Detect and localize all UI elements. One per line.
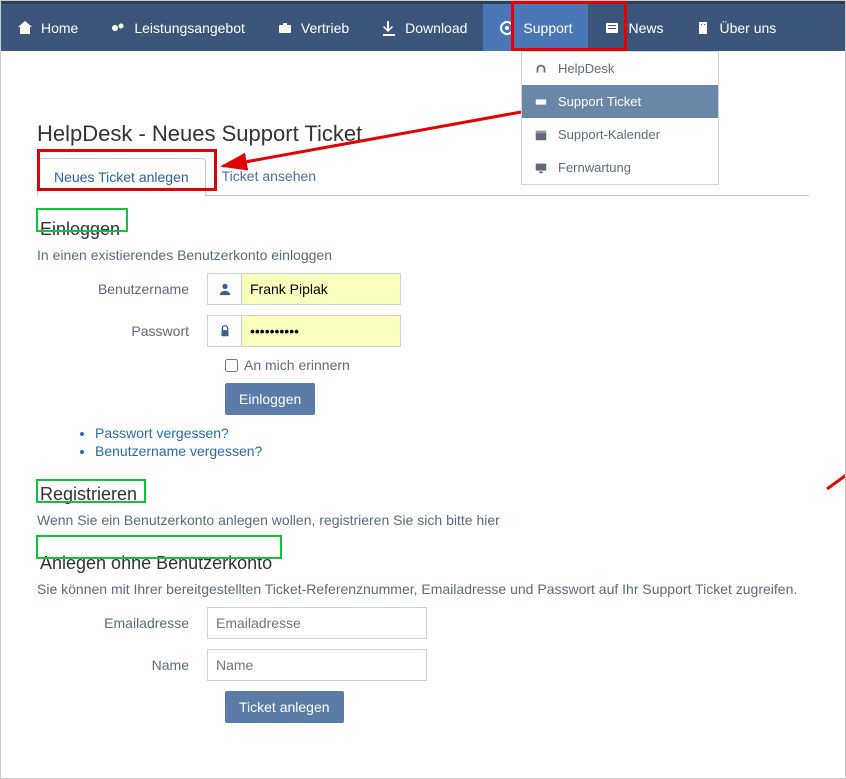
- dropdown-support-ticket[interactable]: Support Ticket: [522, 85, 718, 118]
- ticket-icon: [534, 95, 548, 109]
- name-label: Name: [37, 657, 207, 673]
- remember-label: An mich erinnern: [244, 357, 350, 373]
- nav-about[interactable]: Über uns: [679, 4, 792, 51]
- nav-download-label: Download: [405, 20, 467, 36]
- headset-icon: [534, 62, 548, 76]
- nav-leistung-label: Leistungsangebot: [134, 20, 245, 36]
- lifebuoy-icon: [499, 20, 515, 36]
- home-icon: [17, 20, 33, 36]
- login-button[interactable]: Einloggen: [225, 383, 315, 415]
- password-label: Passwort: [37, 323, 207, 339]
- dropdown-fernwartung[interactable]: Fernwartung: [522, 151, 718, 184]
- nav-vertrieb[interactable]: Vertrieb: [261, 4, 365, 51]
- username-label: Benutzername: [37, 281, 207, 297]
- gears-icon: [110, 20, 126, 36]
- username-input[interactable]: [241, 273, 401, 305]
- dropdown-kalender-label: Support-Kalender: [558, 127, 660, 142]
- support-dropdown: HelpDesk Support Ticket Support-Kalender…: [521, 51, 719, 185]
- login-links: Passwort vergessen? Benutzername vergess…: [95, 425, 809, 459]
- guest-hint: Sie können mit Ihrer bereitgestellten Ti…: [37, 581, 809, 597]
- email-input[interactable]: [207, 607, 427, 639]
- nav-home-label: Home: [41, 20, 78, 36]
- briefcase-icon: [277, 20, 293, 36]
- dropdown-kalender[interactable]: Support-Kalender: [522, 118, 718, 151]
- nav-vertrieb-label: Vertrieb: [301, 20, 349, 36]
- forgot-password-link[interactable]: Passwort vergessen?: [95, 425, 809, 441]
- remember-checkbox[interactable]: [225, 359, 238, 372]
- monitor-icon: [534, 161, 548, 175]
- main-nav: Home Leistungsangebot Vertrieb Download …: [1, 1, 845, 51]
- forgot-username-link[interactable]: Benutzername vergessen?: [95, 443, 809, 459]
- nav-support-label: Support: [523, 20, 572, 36]
- nav-support[interactable]: Support: [483, 4, 588, 51]
- login-heading: Einloggen: [37, 218, 123, 241]
- login-hint: In einen existierendes Benutzerkonto ein…: [37, 247, 809, 263]
- dropdown-fernwartung-label: Fernwartung: [558, 160, 631, 175]
- dropdown-helpdesk[interactable]: HelpDesk: [522, 52, 718, 85]
- nav-news-label: News: [628, 20, 663, 36]
- nav-about-label: Über uns: [719, 20, 776, 36]
- password-input[interactable]: [241, 315, 401, 347]
- nav-leistung[interactable]: Leistungsangebot: [94, 4, 261, 51]
- news-icon: [604, 20, 620, 36]
- guest-heading: Anlegen ohne Benutzerkonto: [37, 552, 275, 575]
- nav-home[interactable]: Home: [1, 4, 94, 51]
- tab-new-ticket[interactable]: Neues Ticket anlegen: [37, 158, 206, 196]
- dropdown-support-ticket-label: Support Ticket: [558, 94, 641, 109]
- download-icon: [381, 20, 397, 36]
- create-ticket-button[interactable]: Ticket anlegen: [225, 691, 344, 723]
- tab-view-ticket[interactable]: Ticket ansehen: [206, 158, 332, 196]
- building-icon: [695, 20, 711, 36]
- lock-icon: [207, 315, 241, 347]
- email-label: Emailadresse: [37, 615, 207, 631]
- dropdown-helpdesk-label: HelpDesk: [558, 61, 614, 76]
- register-heading: Registrieren: [37, 483, 140, 506]
- calendar-icon: [534, 128, 548, 142]
- register-hint: Wenn Sie ein Benutzerkonto anlegen wolle…: [37, 512, 809, 528]
- nav-download[interactable]: Download: [365, 4, 483, 51]
- name-input[interactable]: [207, 649, 427, 681]
- user-icon: [207, 273, 241, 305]
- nav-news[interactable]: News: [588, 4, 679, 51]
